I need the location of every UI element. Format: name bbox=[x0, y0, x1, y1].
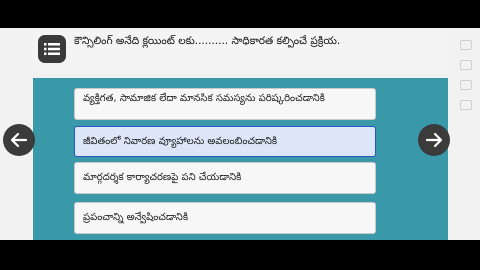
option-label: జీవితంలో నివారణ వ్యూహాలను అవలంబించడానికి bbox=[83, 136, 278, 147]
option-label: ప్రపంచాన్ని అన్వేషించడానికి bbox=[83, 212, 189, 223]
side-toolbar bbox=[458, 36, 474, 236]
option-4[interactable]: ప్రపంచాన్ని అన్వేషించడానికి bbox=[74, 202, 376, 234]
menu-button[interactable] bbox=[38, 35, 66, 63]
video-frame: కౌన్సిలింగ్ అనేది క్లయింట్ లకు..........… bbox=[0, 0, 480, 270]
option-2[interactable]: జీవితంలో నివారణ వ్యూహాలను అవలంబించడానికి bbox=[74, 126, 376, 157]
toolbar-icon[interactable] bbox=[460, 40, 472, 50]
toolbar-icon[interactable] bbox=[460, 80, 472, 90]
toolbar-icon[interactable] bbox=[460, 100, 472, 110]
list-icon bbox=[44, 43, 60, 55]
next-button[interactable] bbox=[418, 124, 450, 156]
arrow-right-icon bbox=[425, 132, 443, 148]
arrow-left-icon bbox=[10, 132, 28, 148]
letterbox-bottom bbox=[0, 240, 480, 270]
option-1[interactable]: వ్యక్తిగత, సామాజిక లేదా మానసిక సమస్యను ప… bbox=[74, 88, 376, 120]
toolbar-icon[interactable] bbox=[460, 60, 472, 70]
previous-button[interactable] bbox=[3, 124, 35, 156]
question-text: కౌన్సిలింగ్ అనేది క్లయింట్ లకు..........… bbox=[74, 35, 341, 47]
option-label: మార్గదర్శక కార్యాచరణపై పని చేయడానికి bbox=[83, 172, 242, 183]
option-label: వ్యక్తిగత, సామాజిక లేదా మానసిక సమస్యను ప… bbox=[83, 93, 325, 104]
option-3[interactable]: మార్గదర్శక కార్యాచరణపై పని చేయడానికి bbox=[74, 162, 376, 194]
